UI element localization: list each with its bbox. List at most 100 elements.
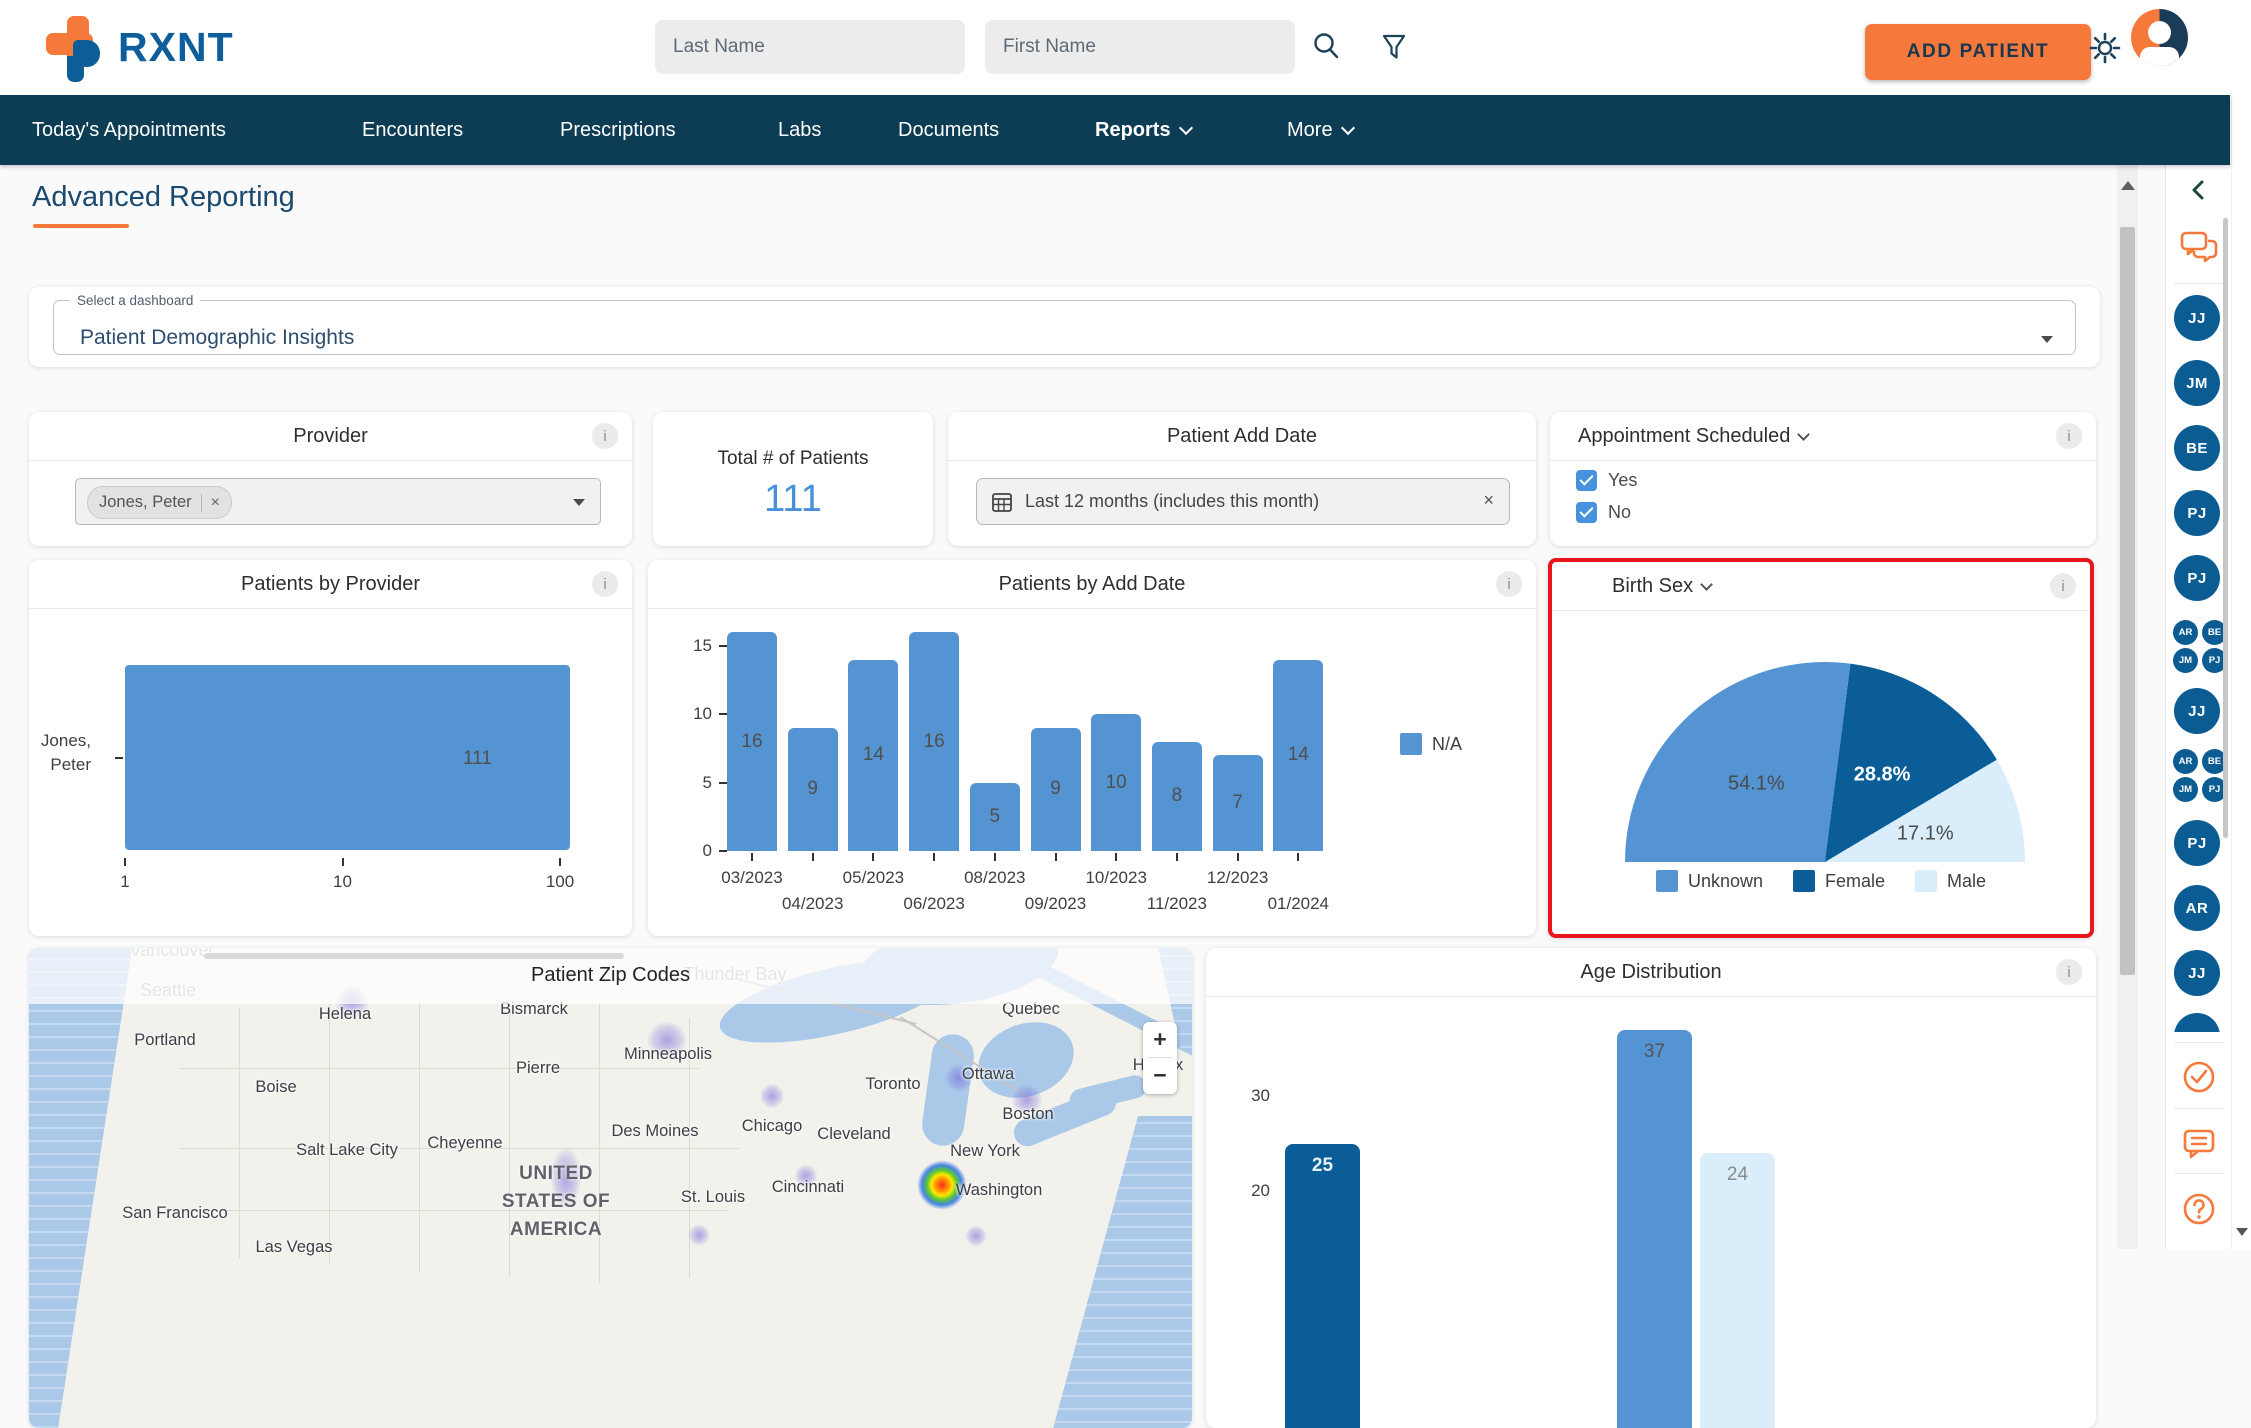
- checkbox-yes[interactable]: [1576, 470, 1597, 491]
- check-icon: [1579, 503, 1593, 517]
- chip-remove-icon[interactable]: ×: [211, 494, 220, 512]
- sidebar-avatar[interactable]: BE: [2174, 425, 2220, 471]
- nav-item-more[interactable]: More: [1287, 95, 1353, 165]
- sidebar-avatar[interactable]: JM: [2174, 360, 2220, 406]
- nav-item-prescriptions[interactable]: Prescriptions: [560, 95, 676, 165]
- chevron-down-icon: [573, 499, 585, 506]
- y-tick: [719, 645, 727, 647]
- info-icon[interactable]: i: [2056, 423, 2082, 449]
- dashboard-select[interactable]: Select a dashboard Patient Demographic I…: [53, 293, 2076, 355]
- legend-label: N/A: [1432, 734, 1462, 755]
- provider-bar-value: 111: [463, 748, 492, 770]
- map-water-pacific: [29, 948, 179, 1428]
- help-icon[interactable]: [2179, 1189, 2219, 1229]
- nav-item-labs[interactable]: Labs: [778, 95, 821, 165]
- y-tick: [719, 850, 727, 852]
- filter-icon[interactable]: [1375, 28, 1413, 66]
- sidebar-scrollbar-thumb[interactable]: [2223, 218, 2228, 838]
- country-label-line: AMERICA: [510, 1219, 602, 1241]
- checkbox-label: Yes: [1608, 470, 1637, 491]
- map-city-label: Chicago: [742, 1117, 803, 1136]
- map-city-label: Minneapolis: [624, 1045, 712, 1064]
- map-city-label: New York: [950, 1142, 1020, 1161]
- map-city-label: Toronto: [865, 1075, 920, 1094]
- map[interactable]: VancouverSeattleThunder BayHelenaBismarc…: [29, 948, 1192, 1428]
- x-tick: [994, 853, 996, 861]
- zoom-out-button[interactable]: −: [1143, 1058, 1177, 1093]
- sidebar-avatar-mini[interactable]: JM: [2173, 648, 2198, 673]
- page-scrollbar[interactable]: [2231, 0, 2251, 1249]
- nav-item-today-s-appointments[interactable]: Today's Appointments: [32, 95, 226, 165]
- provider-bar: [125, 665, 570, 850]
- legend-swatch: [1915, 870, 1937, 892]
- sidebar-avatar[interactable]: AR: [2174, 885, 2220, 931]
- sidebar-avatar-mini[interactable]: AR: [2173, 749, 2198, 774]
- nav-item-reports[interactable]: Reports: [1095, 95, 1191, 165]
- chat-icon[interactable]: [2179, 1123, 2219, 1163]
- x-tick-label: 1: [105, 872, 145, 892]
- sidebar-avatar[interactable]: JJ: [2174, 950, 2220, 996]
- legend-item: Unknown: [1656, 870, 1763, 892]
- x-tick: [751, 853, 753, 861]
- sidebar-avatar-mini[interactable]: JM: [2173, 777, 2198, 802]
- user-avatar[interactable]: [2131, 9, 2188, 66]
- x-tick-label: 11/2023: [1137, 894, 1217, 914]
- first-name-input[interactable]: [985, 20, 1295, 74]
- content-scrollbar[interactable]: [2117, 165, 2138, 1249]
- checkbox-no[interactable]: [1576, 502, 1597, 523]
- bar-value-label: 9: [1050, 778, 1061, 800]
- calendar-icon: [991, 491, 1013, 513]
- collapse-chevron-left-icon[interactable]: [2188, 179, 2210, 201]
- zoom-in-button[interactable]: +: [1143, 1022, 1177, 1057]
- x-tick: [872, 853, 874, 861]
- map-city-label: San Francisco: [122, 1204, 227, 1223]
- provider-filter-title: Provider: [29, 425, 632, 448]
- x-tick: [124, 858, 126, 866]
- x-tick: [559, 858, 561, 866]
- sidebar-avatar[interactable]: PJ: [2174, 820, 2220, 866]
- messages-icon[interactable]: [2178, 227, 2220, 267]
- sidebar-avatar[interactable]: PJ: [2174, 555, 2220, 601]
- x-tick: [812, 853, 814, 861]
- last-name-input[interactable]: [655, 20, 965, 74]
- sidebar-avatar[interactable]: PJ: [2174, 490, 2220, 536]
- map-city-label: Pierre: [516, 1059, 560, 1078]
- birth-sex-legend: UnknownFemaleMale: [1552, 870, 2090, 892]
- sidebar-avatar-mini[interactable]: AR: [2173, 620, 2198, 645]
- y-tick-label: 0: [668, 841, 712, 861]
- birth-sex-title[interactable]: Birth Sex: [1612, 575, 1711, 598]
- scroll-up-icon[interactable]: [2121, 181, 2135, 190]
- advanced-reporting-page: RXNT ADD PATIENT Today's AppointmentsEnc: [0, 0, 2251, 1249]
- x-tick-label: 06/2023: [894, 894, 974, 914]
- map-city-label: Portland: [134, 1031, 195, 1050]
- add-patient-button[interactable]: ADD PATIENT: [1865, 24, 2091, 80]
- info-icon[interactable]: i: [2056, 959, 2082, 985]
- provider-chip[interactable]: Jones, Peter ×: [87, 486, 232, 519]
- map-heat-blob: [962, 1222, 990, 1250]
- sidebar-avatar-partial[interactable]: [2174, 1013, 2220, 1032]
- chevron-down-icon: [1798, 428, 1811, 441]
- search-icon[interactable]: [1308, 28, 1346, 66]
- legend-label: Unknown: [1688, 871, 1763, 892]
- info-icon[interactable]: i: [2050, 573, 2076, 599]
- clear-date-icon[interactable]: ×: [1483, 490, 1494, 511]
- appointment-option-no: No: [1576, 500, 1631, 524]
- settings-gear-icon[interactable]: [2083, 26, 2127, 70]
- tasks-check-icon[interactable]: [2179, 1057, 2219, 1097]
- x-tick: [1237, 853, 1239, 861]
- info-icon[interactable]: i: [592, 571, 618, 597]
- info-icon[interactable]: i: [1496, 571, 1522, 597]
- patient-zip-codes-card: VancouverSeattleThunder BayHelenaBismarc…: [29, 948, 1192, 1428]
- appointment-scheduled-title[interactable]: Appointment Scheduled: [1578, 425, 1808, 448]
- content-scrollbar-thumb[interactable]: [2120, 227, 2135, 975]
- date-range-field[interactable]: Last 12 months (includes this month) ×: [976, 478, 1510, 525]
- provider-select[interactable]: Jones, Peter ×: [75, 478, 601, 525]
- sidebar-avatar[interactable]: JJ: [2174, 688, 2220, 734]
- nav-item-encounters[interactable]: Encounters: [362, 95, 463, 165]
- map-water-atlantic: [1051, 1116, 1192, 1428]
- info-icon[interactable]: i: [592, 423, 618, 449]
- rxnt-logo-icon: [46, 14, 110, 80]
- scroll-down-icon[interactable]: [2236, 1228, 2248, 1236]
- sidebar-avatar[interactable]: JJ: [2174, 295, 2220, 341]
- nav-item-documents[interactable]: Documents: [898, 95, 999, 165]
